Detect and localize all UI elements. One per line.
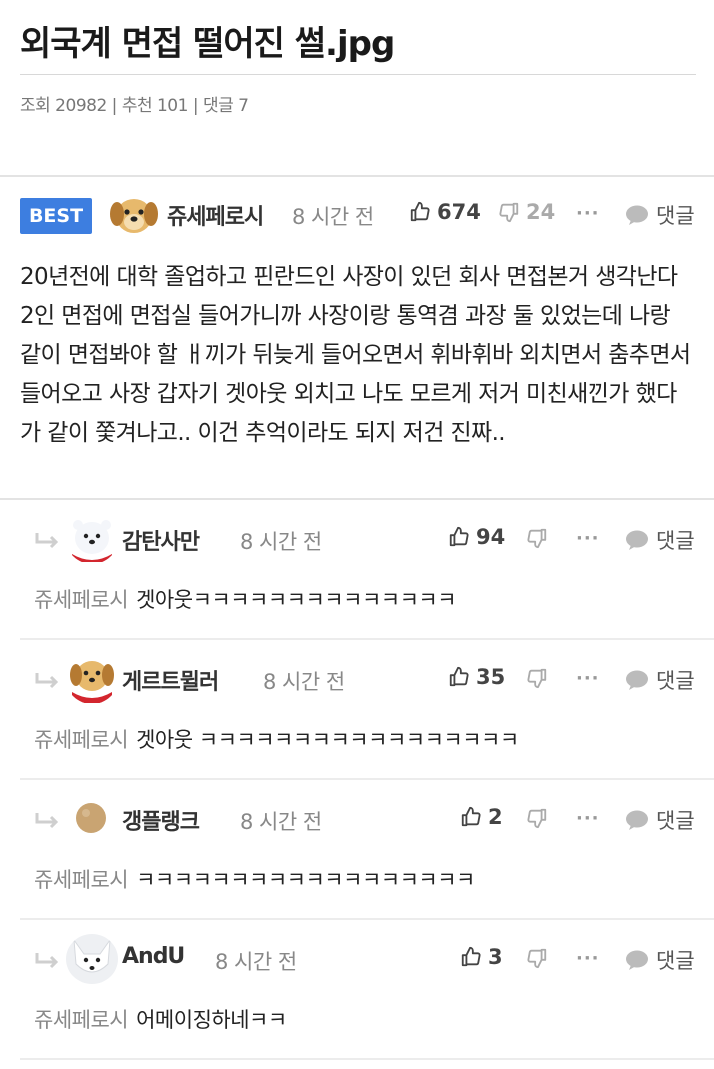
- reply-content: 겟아웃 ㅋㅋㅋㅋㅋㅋㅋㅋㅋㅋㅋㅋㅋㅋㅋㅋㅋ: [136, 728, 519, 752]
- reply-label: 댓글: [656, 809, 695, 833]
- reply-to-author[interactable]: 쥬세페로시: [34, 1008, 129, 1032]
- reply-label: 댓글: [656, 204, 695, 228]
- polar-bear-santa-avatar-icon[interactable]: [66, 514, 118, 564]
- reply-content: 겟아웃ㅋㅋㅋㅋㅋㅋㅋㅋㅋㅋㅋㅋㅋㅋ: [136, 588, 457, 612]
- thumbs-down-icon[interactable]: [526, 667, 548, 689]
- reply-to-author[interactable]: 쥬세페로시: [34, 588, 129, 612]
- reply-button[interactable]: 댓글: [625, 525, 695, 555]
- reply-divider: [20, 778, 714, 780]
- reply-to-author[interactable]: 쥬세페로시: [34, 728, 129, 752]
- comment-time: 8 시간 전: [240, 530, 322, 554]
- meta-separator: |: [192, 96, 199, 116]
- section-divider: [0, 498, 714, 500]
- thumbs-up-icon: [461, 946, 481, 967]
- reply-button[interactable]: 댓글: [625, 665, 695, 695]
- post-title: 외국계 면접 떨어진 썰.jpg: [20, 24, 395, 64]
- reply-button[interactable]: 댓글: [625, 200, 695, 230]
- speech-bubble-icon: [626, 950, 648, 970]
- like-count: 94: [476, 525, 506, 549]
- reply-arrow-icon: [35, 533, 59, 549]
- comment-body: 20년전에 대학 졸업하고 핀란드인 사장이 있던 회사 면접본거 생각난다 2…: [20, 264, 691, 446]
- comment-author[interactable]: AndU: [122, 944, 185, 969]
- comment-time: 8 시간 전: [240, 810, 322, 834]
- reply-label: 댓글: [656, 949, 695, 973]
- speech-bubble-icon: [626, 530, 648, 550]
- recommend-count: 추천 101: [121, 96, 189, 116]
- reply-label: 댓글: [656, 669, 695, 693]
- reply-text: 쥬세페로시 어메이징하네ㅋㅋ: [34, 1004, 287, 1034]
- best-badge: BEST: [20, 198, 92, 234]
- thumbs-up-icon: [410, 201, 430, 222]
- comment-author[interactable]: 게르트뮐러: [122, 664, 219, 696]
- reply-to-author[interactable]: 쥬세페로시: [34, 868, 129, 892]
- post-header: 외국계 면접 떨어진 썰.jpg 조회 20982 | 추천 101 | 댓글 …: [0, 0, 714, 116]
- comment-author[interactable]: 감탄사만: [122, 524, 200, 556]
- comment-author[interactable]: 쥬세페로시: [167, 199, 264, 231]
- like-button[interactable]: 94: [448, 525, 505, 549]
- dislike-count: 24: [526, 200, 556, 224]
- more-options-button[interactable]: ···: [576, 948, 600, 969]
- white-fox-avatar-icon[interactable]: [66, 934, 118, 984]
- views-count: 조회 20982: [20, 96, 107, 116]
- thumbs-down-icon[interactable]: [526, 947, 548, 969]
- reply-divider: [20, 1058, 714, 1060]
- thumbs-up-icon: [449, 526, 469, 547]
- more-options-button[interactable]: ···: [576, 668, 600, 689]
- reply-arrow-icon: [35, 813, 59, 829]
- post-meta: 조회 20982 | 추천 101 | 댓글 7: [20, 91, 694, 116]
- puppy-avatar-icon[interactable]: [108, 190, 160, 238]
- like-button[interactable]: 2: [460, 805, 503, 829]
- speech-bubble-icon: [626, 205, 648, 225]
- reply-divider: [20, 638, 714, 640]
- reply-divider: [20, 918, 714, 920]
- reply-button[interactable]: 댓글: [625, 805, 695, 835]
- reply-text: 쥬세페로시 겟아웃ㅋㅋㅋㅋㅋㅋㅋㅋㅋㅋㅋㅋㅋㅋ: [34, 584, 457, 614]
- reply-arrow-icon: [35, 673, 59, 689]
- thumbs-up-icon: [449, 666, 469, 687]
- like-count: 3: [488, 945, 503, 969]
- header-divider: [20, 74, 696, 75]
- reply-button[interactable]: 댓글: [625, 945, 695, 975]
- like-count: 35: [476, 665, 506, 689]
- thumbs-down-icon: [499, 202, 519, 223]
- thumbs-down-icon[interactable]: [526, 807, 548, 829]
- round-ball-avatar-icon[interactable]: [74, 801, 108, 835]
- section-divider: [0, 175, 714, 177]
- more-options-button[interactable]: ···: [576, 528, 600, 549]
- more-options-button[interactable]: ···: [576, 203, 600, 224]
- comment-time: 8 시간 전: [263, 670, 345, 694]
- dislike-button[interactable]: 24: [498, 200, 555, 224]
- comment-author[interactable]: 갱플랭크: [122, 804, 200, 836]
- like-count: 674: [437, 200, 481, 224]
- like-count: 2: [488, 805, 503, 829]
- comment-count: 댓글 7: [203, 96, 249, 116]
- comment-time: 8 시간 전: [215, 950, 297, 974]
- thumbs-down-icon[interactable]: [526, 527, 548, 549]
- speech-bubble-icon: [626, 670, 648, 690]
- thumbs-up-icon: [461, 806, 481, 827]
- speech-bubble-icon: [626, 810, 648, 830]
- reply-text: 쥬세페로시 ㅋㅋㅋㅋㅋㅋㅋㅋㅋㅋㅋㅋㅋㅋㅋㅋㅋㅋ: [34, 864, 475, 894]
- reply-text: 쥬세페로시 겟아웃 ㅋㅋㅋㅋㅋㅋㅋㅋㅋㅋㅋㅋㅋㅋㅋㅋㅋ: [34, 724, 519, 754]
- reply-content: ㅋㅋㅋㅋㅋㅋㅋㅋㅋㅋㅋㅋㅋㅋㅋㅋㅋㅋ: [136, 868, 475, 892]
- puppy-santa-avatar-icon[interactable]: [66, 654, 118, 704]
- like-button[interactable]: 674: [409, 200, 481, 224]
- like-button[interactable]: 3: [460, 945, 503, 969]
- reply-content: 어메이징하네ㅋㅋ: [136, 1008, 287, 1032]
- like-button[interactable]: 35: [448, 665, 505, 689]
- comment-time: 8 시간 전: [292, 205, 374, 229]
- more-options-button[interactable]: ···: [576, 808, 600, 829]
- reply-label: 댓글: [656, 529, 695, 553]
- reply-arrow-icon: [35, 953, 59, 969]
- meta-separator: |: [111, 96, 118, 116]
